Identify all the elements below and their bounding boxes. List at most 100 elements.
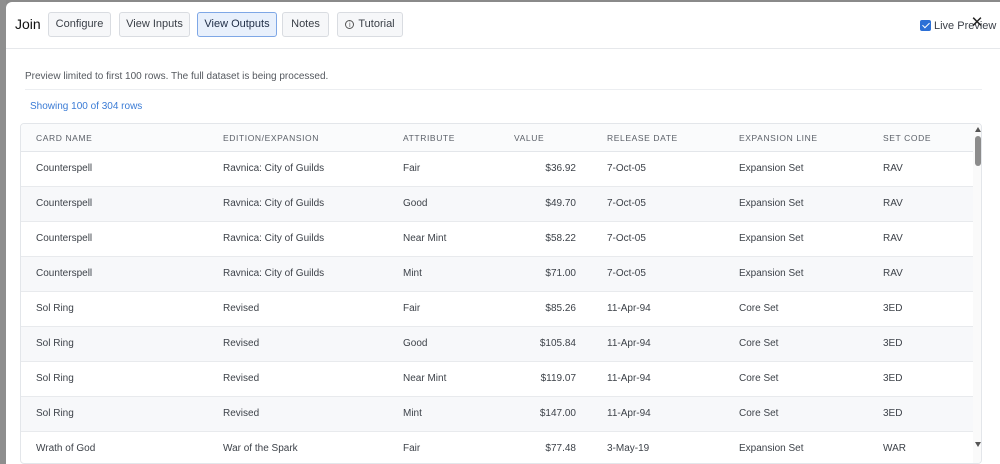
cell-card-name: Counterspell <box>36 233 93 244</box>
cell-value: $147.00 <box>539 408 576 419</box>
scroll-down-arrow-icon[interactable] <box>975 442 981 447</box>
table-row[interactable]: Wrath of God War of the Spark Fair $77.48 3-… <box>21 432 973 463</box>
cell-attribute: Near Mint <box>403 233 447 244</box>
table-row[interactable]: Sol Ring Revised Near Mint $119.07 11-Apr-94… <box>21 362 973 397</box>
cell-attribute: Mint <box>403 268 422 279</box>
table-row[interactable]: Counterspell Ravnica: City of Guilds Fair $… <box>21 152 973 187</box>
cell-release-date: 11-Apr-94 <box>607 373 651 384</box>
cell-set-code: RAV <box>883 163 903 174</box>
cell-value: $119.07 <box>540 373 576 384</box>
cell-release-date: 11-Apr-94 <box>607 408 651 419</box>
table-body: Counterspell Ravnica: City of Guilds Fair $… <box>21 152 973 463</box>
table-row[interactable]: Counterspell Ravnica: City of Guilds Mint $… <box>21 257 973 292</box>
output-table: CARD NAME EDITION/EXPANSION ATTRIBUTE VA… <box>20 123 982 464</box>
cell-edition: Ravnica: City of Guilds <box>223 233 325 244</box>
column-header-edition[interactable]: EDITION/EXPANSION <box>223 124 319 152</box>
cell-attribute: Fair <box>403 303 421 314</box>
cell-release-date: 7-Oct-05 <box>607 198 646 209</box>
cell-expansion-line: Core Set <box>739 338 779 349</box>
column-header-set-code[interactable]: SET CODE <box>883 124 931 152</box>
cell-expansion-line: Expansion Set <box>739 233 804 244</box>
cell-edition: Ravnica: City of Guilds <box>223 268 325 279</box>
table-scrollbar[interactable] <box>973 124 981 463</box>
cell-card-name: Wrath of God <box>36 443 96 454</box>
column-header-expansion-line[interactable]: EXPANSION LINE <box>739 124 818 152</box>
divider <box>25 89 982 90</box>
cell-edition: Ravnica: City of Guilds <box>223 198 325 209</box>
join-modal: Join Configure View Inputs View Outputs … <box>6 2 1000 464</box>
table-row[interactable]: Counterspell Ravnica: City of Guilds Near … <box>21 222 973 257</box>
cell-set-code: WAR <box>883 443 906 454</box>
cell-expansion-line: Expansion Set <box>739 198 804 209</box>
cell-value: $36.92 <box>545 163 576 174</box>
tab-view-inputs[interactable]: View Inputs <box>119 12 190 37</box>
tab-view-outputs[interactable]: View Outputs <box>197 12 277 37</box>
cell-attribute: Near Mint <box>403 373 447 384</box>
close-icon[interactable]: ✕ <box>970 15 984 30</box>
cell-expansion-line: Core Set <box>739 373 779 384</box>
scroll-up-arrow-icon[interactable] <box>975 127 981 132</box>
column-header-release-date[interactable]: RELEASE DATE <box>607 124 678 152</box>
cell-value: $71.00 <box>545 268 576 279</box>
table-row[interactable]: Sol Ring Revised Good $105.84 11-Apr-94 Core … <box>21 327 973 362</box>
column-header-attribute[interactable]: ATTRIBUTE <box>403 124 455 152</box>
tab-label: View Outputs <box>204 18 270 30</box>
cell-card-name: Sol Ring <box>36 373 74 384</box>
cell-expansion-line: Core Set <box>739 303 779 314</box>
cell-edition: Revised <box>223 408 260 419</box>
row-count-label: Showing 100 of 304 rows <box>30 101 143 112</box>
cell-attribute: Mint <box>403 408 422 419</box>
cell-value: $77.48 <box>545 443 576 454</box>
tab-label: Notes <box>291 18 320 30</box>
cell-set-code: 3ED <box>883 373 903 384</box>
cell-attribute: Good <box>403 198 428 209</box>
cell-expansion-line: Core Set <box>739 408 779 419</box>
cell-value: $105.84 <box>539 338 576 349</box>
table-row[interactable]: Counterspell Ravnica: City of Guilds Good $… <box>21 187 973 222</box>
cell-attribute: Fair <box>403 443 421 454</box>
table-row[interactable]: Sol Ring Revised Mint $147.00 11-Apr-94 Core … <box>21 397 973 432</box>
cell-card-name: Counterspell <box>36 268 93 279</box>
cell-set-code: 3ED <box>883 303 903 314</box>
cell-card-name: Sol Ring <box>36 338 74 349</box>
info-circle-icon: i <box>345 20 355 29</box>
live-preview-label: Live Preview <box>934 20 997 32</box>
scroll-thumb[interactable] <box>975 136 981 166</box>
cell-release-date: 7-Oct-05 <box>607 268 646 279</box>
tab-label: Tutorial <box>358 18 395 30</box>
cell-set-code: RAV <box>883 198 903 209</box>
cell-release-date: 7-Oct-05 <box>607 233 646 244</box>
cell-release-date: 11-Apr-94 <box>607 303 651 314</box>
tab-label: View Inputs <box>126 18 183 30</box>
cell-edition: Revised <box>223 338 260 349</box>
cell-card-name: Counterspell <box>36 198 93 209</box>
live-preview-checkbox[interactable] <box>920 20 931 31</box>
tab-tutorial[interactable]: i Tutorial <box>337 12 403 37</box>
cell-edition: Revised <box>223 303 260 314</box>
cell-set-code: RAV <box>883 233 903 244</box>
cell-card-name: Counterspell <box>36 163 93 174</box>
column-header-value[interactable]: VALUE <box>514 124 544 152</box>
cell-card-name: Sol Ring <box>36 303 74 314</box>
tab-label: Configure <box>55 18 104 30</box>
cell-card-name: Sol Ring <box>36 408 74 419</box>
cell-expansion-line: Expansion Set <box>739 268 804 279</box>
cell-set-code: 3ED <box>883 338 903 349</box>
cell-value: $58.22 <box>545 233 576 244</box>
cell-value: $85.26 <box>545 303 576 314</box>
table-header: CARD NAME EDITION/EXPANSION ATTRIBUTE VA… <box>21 124 973 152</box>
cell-attribute: Good <box>403 338 428 349</box>
table-row[interactable]: Sol Ring Revised Fair $85.26 11-Apr-94 Core S… <box>21 292 973 327</box>
cell-release-date: 3-May-19 <box>607 443 650 454</box>
cell-set-code: RAV <box>883 268 903 279</box>
tab-configure[interactable]: Configure <box>48 12 111 37</box>
cell-release-date: 7-Oct-05 <box>607 163 646 174</box>
cell-attribute: Fair <box>403 163 421 174</box>
modal-title: Join <box>15 16 41 32</box>
column-header-card-name[interactable]: CARD NAME <box>36 124 92 152</box>
cell-edition: War of the Spark <box>223 443 298 454</box>
cell-set-code: 3ED <box>883 408 903 419</box>
cell-value: $49.70 <box>545 198 576 209</box>
tab-notes[interactable]: Notes <box>282 12 329 37</box>
cell-edition: Ravnica: City of Guilds <box>223 163 325 174</box>
